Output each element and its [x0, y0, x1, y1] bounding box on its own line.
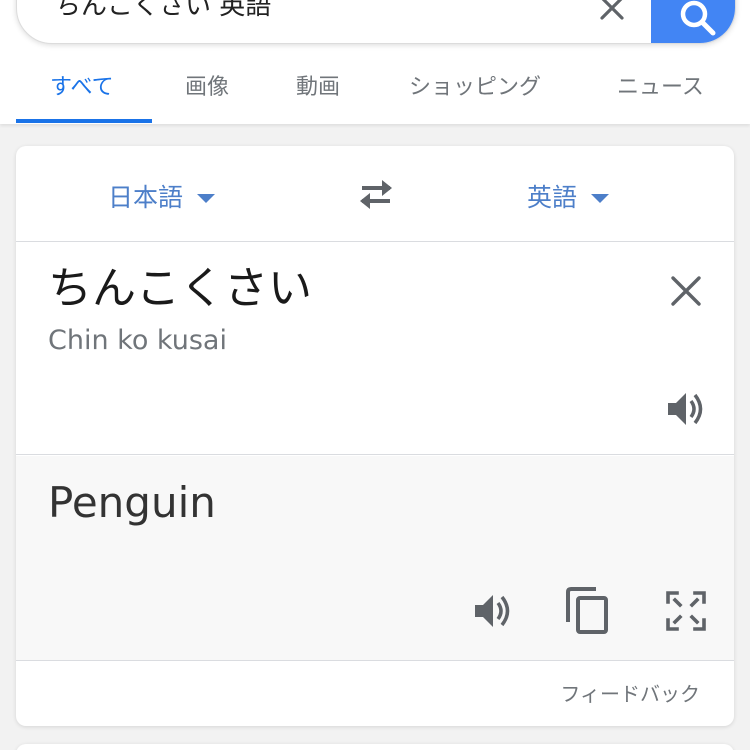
source-text[interactable]: ちんこくさい	[48, 264, 312, 313]
search-box[interactable]: ちんこくさい 英語	[16, 0, 736, 44]
target-language-label: 英語	[527, 183, 578, 212]
search-tabs: すべて 画像 動画 ショッピング ニュース	[0, 62, 750, 124]
source-language-select[interactable]: 日本語	[108, 176, 216, 216]
chevron-down-icon	[197, 193, 216, 203]
source-panel[interactable]: ちんこくさい Chin ko kusai	[16, 243, 734, 455]
target-language-select[interactable]: 英語	[527, 176, 610, 216]
copy-icon[interactable]	[564, 586, 612, 636]
target-panel: Penguin	[16, 456, 734, 661]
speaker-icon[interactable]	[471, 589, 515, 633]
translated-text: Penguin	[48, 478, 216, 527]
feedback-link[interactable]: フィードバック	[560, 678, 700, 707]
swap-arrows-icon	[360, 180, 392, 209]
speaker-icon[interactable]	[664, 387, 708, 431]
tab-all[interactable]: すべて	[50, 62, 114, 124]
close-icon[interactable]	[668, 273, 704, 309]
fullscreen-icon[interactable]	[664, 589, 708, 633]
search-icon	[680, 0, 716, 36]
tab-news[interactable]: ニュース	[617, 62, 704, 124]
search-button[interactable]	[651, 0, 735, 43]
search-input[interactable]: ちんこくさい 英語	[55, 0, 271, 19]
source-romanization: Chin ko kusai	[48, 325, 227, 356]
source-language-label: 日本語	[108, 183, 184, 212]
close-icon[interactable]	[597, 0, 627, 23]
tab-images[interactable]: 画像	[185, 62, 229, 124]
chevron-down-icon	[591, 193, 610, 203]
search-header: ちんこくさい 英語 すべて 画像 動画 ショッピング ニュース	[0, 0, 750, 124]
swap-languages-button[interactable]	[354, 176, 398, 212]
language-selector-row: 日本語 英語	[16, 146, 734, 242]
translate-card: 日本語 英語 ちんこくさい Chin ko kusai Penguin フィード…	[16, 146, 734, 726]
active-tab-indicator	[16, 119, 152, 123]
tab-shopping[interactable]: ショッピング	[409, 62, 541, 124]
tab-videos[interactable]: 動画	[296, 62, 340, 124]
next-result-card	[16, 744, 734, 750]
